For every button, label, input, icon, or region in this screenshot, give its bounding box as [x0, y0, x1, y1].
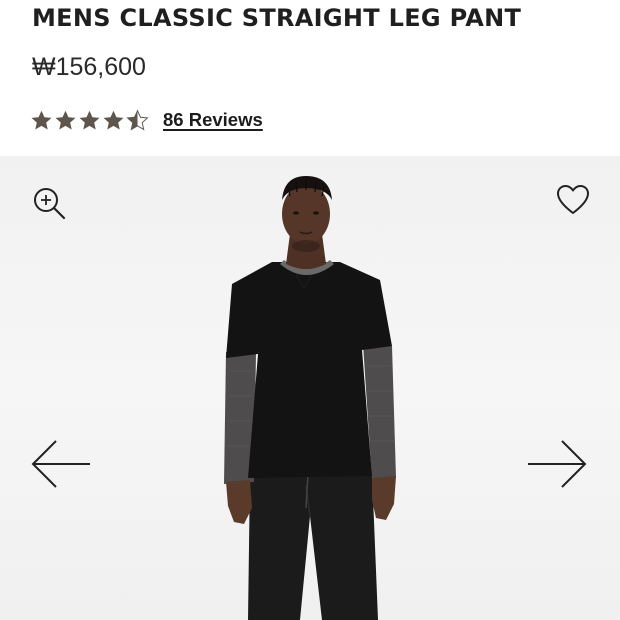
arrow-right-icon[interactable] — [526, 438, 588, 490]
star-icon — [55, 110, 76, 130]
arrow-left-icon[interactable] — [30, 438, 92, 490]
rating-row: 86 Reviews — [30, 107, 263, 133]
star-rating — [30, 109, 149, 132]
star-icon — [103, 110, 124, 130]
half-star-icon — [126, 109, 149, 130]
product-header: MENS CLASSIC STRAIGHT LEG PANT ₩156,600 … — [0, 0, 620, 156]
zoom-in-icon[interactable] — [32, 186, 66, 220]
product-image — [224, 176, 396, 620]
product-price: ₩156,600 — [32, 53, 146, 81]
product-title: MENS CLASSIC STRAIGHT LEG PANT — [32, 4, 522, 32]
product-image-gallery[interactable] — [0, 156, 620, 620]
reviews-link[interactable]: 86 Reviews — [163, 109, 263, 131]
star-icon — [31, 110, 52, 130]
heart-icon[interactable] — [556, 184, 590, 216]
star-icon — [79, 110, 100, 130]
